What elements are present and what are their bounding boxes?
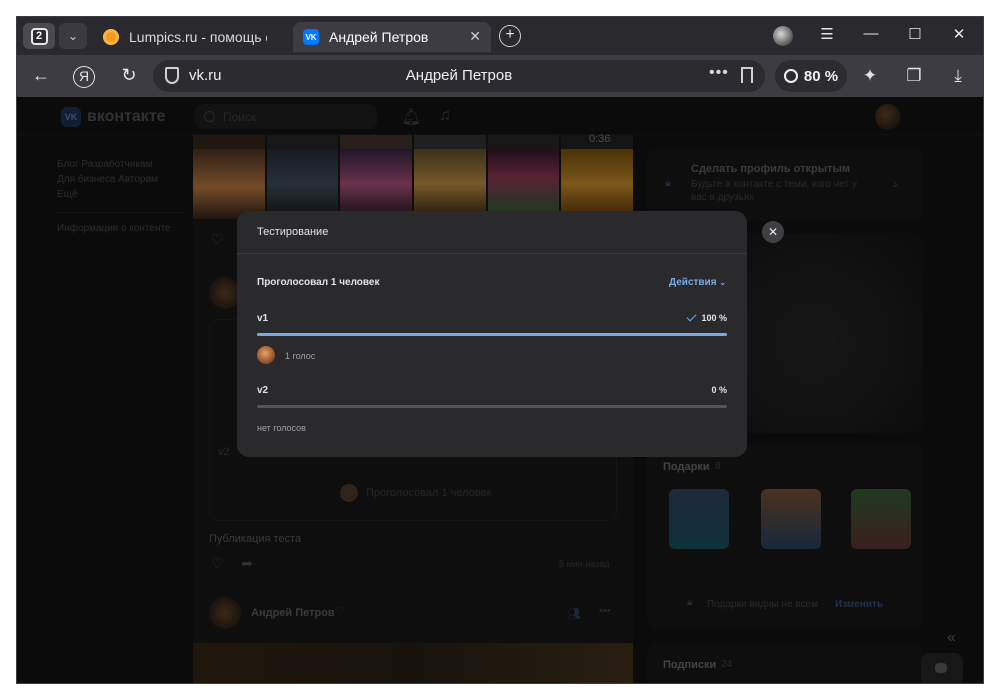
bookmark-icon[interactable]: [741, 67, 753, 83]
poll-option-v1-percent-value: 100 %: [701, 313, 727, 323]
tabs-dropdown-chevron-icon[interactable]: ⌄: [59, 23, 87, 49]
page-content: VK вконтакте Поиск 🔔︎ ♫ Блог Разработчик…: [17, 97, 983, 683]
menu-hamburger-icon[interactable]: ☰: [815, 25, 839, 43]
download-icon[interactable]: ⤓: [947, 66, 969, 86]
poll-option-v1-percent: 100 %: [687, 311, 727, 323]
magnifier-icon: [783, 69, 798, 83]
lumpics-favicon-icon: [103, 29, 119, 45]
actions-label: Действия: [669, 277, 717, 288]
tab-vk-active[interactable]: VK Андрей Петров ✕: [293, 22, 491, 52]
modal-divider: [237, 253, 747, 254]
poll-option-v1-fill: [257, 333, 727, 336]
reload-icon[interactable]: ↻: [117, 65, 141, 86]
poll-option-v1-bar: [257, 333, 727, 336]
omnibox-page-title: Андрей Петров: [405, 67, 513, 84]
tab-title: Lumpics.ru - помощь с ком: [129, 29, 267, 45]
browser-profile-avatar[interactable]: [773, 26, 793, 46]
vk-favicon-icon: VK: [303, 29, 319, 45]
browser-window: 2 ⌄ Lumpics.ru - помощь с ком VK Андрей …: [16, 16, 984, 684]
minimize-icon[interactable]: —: [859, 25, 883, 42]
tab-title: Андрей Петров: [329, 29, 429, 45]
close-tab-icon[interactable]: ✕: [469, 28, 481, 45]
address-toolbar: ← Я ↻ vk.ru Андрей Петров ••• 80 % ✦ ❐ ⤓: [17, 55, 983, 97]
voted-count: Проголосовал 1 человек: [257, 277, 380, 288]
new-tab-plus-icon[interactable]: +: [499, 25, 521, 47]
checkmark-icon: [687, 311, 697, 322]
poll-option-v2-percent: 0 %: [711, 385, 727, 395]
chevron-down-icon: ⌄: [719, 278, 727, 287]
tab-count: 2: [30, 27, 48, 45]
more-dots-icon[interactable]: •••: [709, 64, 729, 82]
close-window-icon[interactable]: ✕: [947, 25, 971, 43]
poll-option-v2-label: v2: [257, 385, 269, 396]
omnibox[interactable]: vk.ru Андрей Петров •••: [153, 60, 765, 92]
zoom-level: 80 %: [803, 67, 839, 85]
poll-results-modal: Тестирование Проголосовал 1 человек Дейс…: [237, 211, 747, 457]
close-modal-icon[interactable]: ✕: [762, 221, 784, 243]
modal-title: Тестирование: [257, 226, 329, 238]
tab-lumpics[interactable]: Lumpics.ru - помощь с ком: [93, 22, 289, 52]
tab-bar: 2 ⌄ Lumpics.ru - помощь с ком VK Андрей …: [17, 17, 983, 55]
tab-count-button[interactable]: 2: [23, 23, 55, 49]
collections-icon[interactable]: ❐: [903, 66, 925, 86]
voter-avatar[interactable]: [257, 346, 275, 364]
back-arrow-icon[interactable]: ←: [29, 65, 53, 86]
zoom-button[interactable]: 80 %: [775, 60, 847, 92]
poll-option-v1-votes[interactable]: 1 голос: [285, 351, 315, 361]
maximize-icon[interactable]: ☐: [903, 25, 927, 43]
yandex-icon[interactable]: Я: [73, 66, 95, 88]
extensions-puzzle-icon[interactable]: ✦: [859, 66, 881, 86]
poll-option-v2-votes: нет голосов: [257, 423, 306, 433]
poll-option-v2-bar: [257, 405, 727, 408]
actions-dropdown[interactable]: Действия ⌄: [669, 277, 726, 288]
poll-option-v1-label: v1: [257, 313, 269, 324]
